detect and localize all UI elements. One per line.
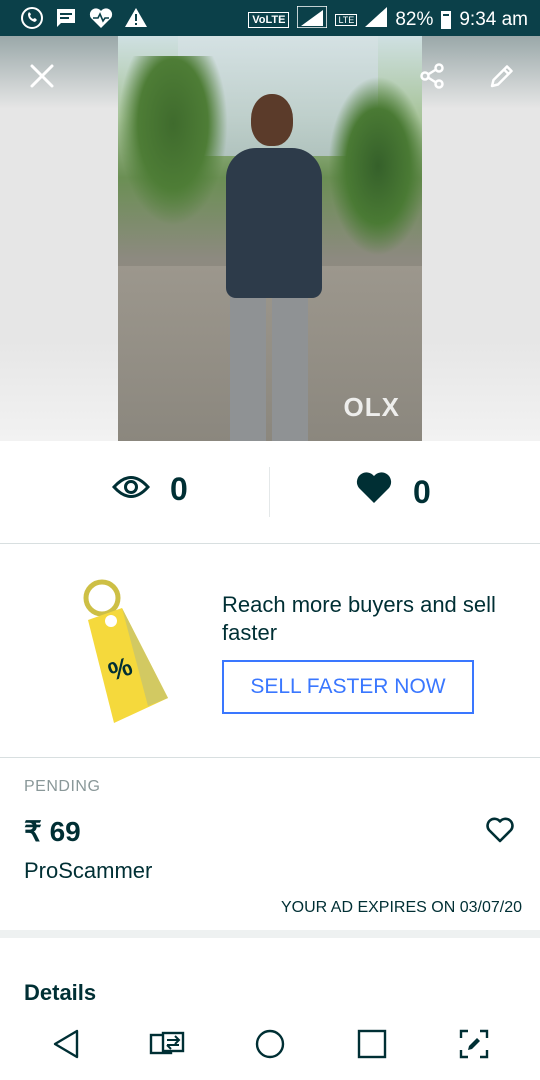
close-icon — [28, 62, 56, 95]
system-navigation-bar — [0, 1010, 540, 1080]
lte-indicator: LTE — [335, 14, 358, 26]
battery-icon — [441, 11, 452, 29]
photo-tree-right — [328, 76, 422, 256]
warning-icon — [124, 6, 148, 35]
share-icon — [418, 62, 446, 95]
battery-percent: 82% — [395, 9, 434, 30]
photo-person-body — [226, 148, 322, 298]
clock: 9:34 am — [459, 9, 528, 30]
listing-summary: PENDING ₹ 69 ProScammer YOUR AD EXPIRES … — [0, 758, 540, 930]
edit-button[interactable] — [482, 58, 522, 98]
listing-status: PENDING — [24, 778, 101, 795]
message-icon — [54, 6, 78, 35]
screenshot-edit-icon — [458, 1028, 490, 1065]
photo-person-legs — [230, 291, 308, 441]
olx-watermark: OLX — [343, 392, 400, 422]
app-switch-button[interactable] — [144, 1022, 192, 1070]
sell-faster-now-button[interactable]: SELL FASTER NOW — [222, 660, 474, 714]
health-icon — [88, 6, 114, 35]
back-triangle-icon — [51, 1028, 81, 1065]
switch-app-icon — [149, 1029, 187, 1064]
system-status: VoLTE LTE 82% 9:34 am — [248, 5, 528, 34]
ad-photo[interactable]: OLX — [118, 36, 422, 441]
ad-expiry-notice: YOUR AD EXPIRES ON 03/07/20 — [281, 899, 522, 916]
whatsapp-icon — [20, 6, 44, 35]
back-button[interactable] — [42, 1022, 90, 1070]
eye-icon — [111, 471, 151, 508]
screenshot-edit-button[interactable] — [450, 1022, 498, 1070]
share-button[interactable] — [412, 58, 452, 98]
discount-tag-icon: % — [83, 579, 168, 723]
home-button[interactable] — [246, 1022, 294, 1070]
ad-photo-gallery[interactable]: OLX — [0, 36, 540, 441]
favorite-button[interactable] — [484, 816, 516, 848]
close-button[interactable] — [22, 58, 62, 98]
photo-person-head — [251, 94, 293, 146]
views-count: 0 — [170, 471, 188, 507]
listing-price: ₹ 69 — [24, 816, 81, 847]
promo-headline: Reach more buyers and sell faster — [222, 592, 496, 645]
heart-outline-icon — [485, 816, 515, 849]
likes-stat: 0 — [355, 471, 431, 513]
signal-strength-icon — [365, 7, 388, 33]
photo-tree-left — [118, 56, 228, 226]
views-stat: 0 — [111, 471, 188, 508]
listing-title: ProScammer — [24, 858, 153, 883]
details-heading: Details — [24, 980, 97, 1005]
signal-icon — [296, 5, 329, 34]
ad-stats: 0 0 — [0, 441, 540, 544]
likes-count: 0 — [413, 473, 431, 510]
heart-filled-icon — [355, 471, 393, 513]
recents-button[interactable] — [348, 1022, 396, 1070]
status-bar: VoLTE LTE 82% 9:34 am — [0, 0, 540, 36]
edit-icon — [488, 62, 516, 95]
recents-square-icon — [356, 1028, 388, 1065]
notification-icons — [20, 6, 148, 35]
sell-faster-promo: % Reach more buyers and sell faster SELL… — [0, 544, 540, 758]
stats-divider — [269, 467, 270, 517]
home-circle-icon — [254, 1028, 286, 1065]
section-divider — [0, 930, 540, 938]
volte-indicator: VoLTE — [248, 12, 290, 28]
